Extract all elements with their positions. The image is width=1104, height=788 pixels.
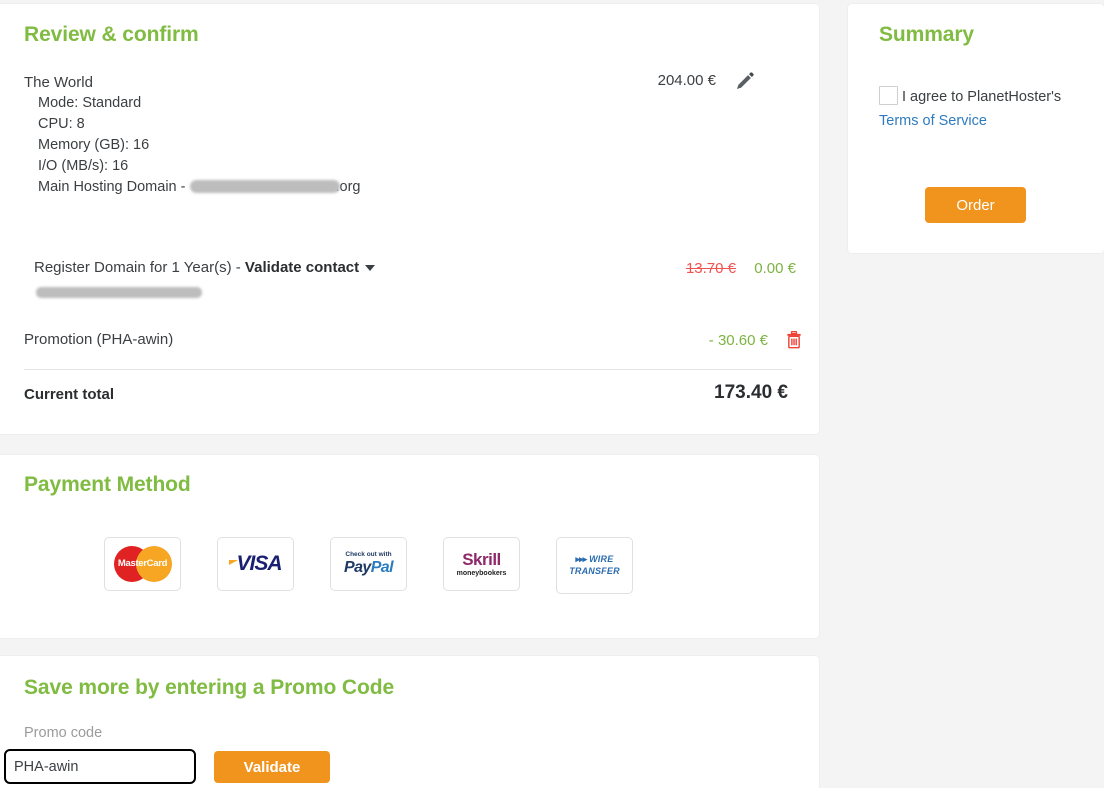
agree-text-line1: I agree to bbox=[902, 89, 964, 105]
spec-item: Mode: Standard bbox=[38, 95, 142, 111]
review-confirm-card: Review & confirm The World Mode: Standar… bbox=[0, 4, 819, 434]
order-button[interactable]: Order bbox=[925, 187, 1026, 223]
current-total-row: Current total 173.40 € bbox=[24, 382, 824, 404]
wire-arrows-icon: ▸▸▸ bbox=[575, 554, 588, 565]
product-summary: The World Mode: Standard CPU: 8 Memory (… bbox=[24, 72, 784, 198]
wire-transfer-icon: ▸▸▸ WIRE TRANSFER bbox=[569, 554, 620, 577]
current-total-label: Current total bbox=[24, 386, 114, 403]
paypal-icon: Check out with PayPal bbox=[344, 552, 393, 576]
spec-item: I/O (MB/s): 16 bbox=[38, 158, 129, 174]
payment-method-card: Payment Method MasterCard VISA Check out… bbox=[0, 455, 819, 638]
promo-code-input[interactable] bbox=[4, 749, 196, 784]
domain-registration-prefix: Register Domain for 1 Year(s) - bbox=[34, 259, 245, 276]
promo-code-field-label: Promo code bbox=[24, 725, 103, 741]
total-divider bbox=[24, 369, 792, 370]
paypal-label-pay: Pay bbox=[344, 558, 371, 576]
redacted-domain bbox=[189, 180, 340, 194]
current-total-amount: 173.40 € bbox=[714, 382, 788, 403]
visa-label: VISA bbox=[236, 552, 282, 575]
product-price: 204.00 € bbox=[657, 72, 716, 89]
domain-name-redacted bbox=[34, 284, 824, 302]
validate-promo-button[interactable]: Validate bbox=[214, 751, 330, 783]
payment-method-title: Payment Method bbox=[24, 473, 191, 496]
payment-option-paypal[interactable]: Check out with PayPal bbox=[330, 537, 407, 591]
trash-icon[interactable] bbox=[784, 330, 804, 350]
summary-card: Summary I agree to PlanetHoster's Terms … bbox=[848, 4, 1104, 253]
validate-contact-link[interactable]: Validate contact bbox=[245, 259, 359, 276]
promo-code-card: Save more by entering a Promo Code Promo… bbox=[0, 656, 819, 788]
payment-option-visa[interactable]: VISA bbox=[217, 537, 294, 591]
payment-method-list: MasterCard VISA Check out with PayPal Sk… bbox=[104, 537, 669, 594]
paypal-label-pal: Pal bbox=[370, 558, 394, 576]
agree-text-line2: PlanetHoster's bbox=[967, 89, 1062, 105]
pencil-icon[interactable] bbox=[734, 70, 756, 92]
redacted-domain-name bbox=[36, 287, 202, 299]
payment-option-skrill[interactable]: Skrill moneybookers bbox=[443, 537, 520, 591]
checkout-page: Review & confirm The World Mode: Standar… bbox=[0, 0, 1104, 788]
promotion-label: Promotion (PHA-awin) bbox=[24, 331, 174, 348]
review-title: Review & confirm bbox=[24, 23, 199, 46]
chevron-down-icon[interactable] bbox=[365, 265, 376, 272]
main-hosting-domain-prefix: Main Hosting Domain - bbox=[38, 179, 190, 195]
skrill-icon: Skrill moneybookers bbox=[457, 551, 507, 577]
payment-option-wire-transfer[interactable]: ▸▸▸ WIRE TRANSFER bbox=[556, 537, 633, 594]
spec-item: Memory (GB): 16 bbox=[38, 137, 150, 153]
domain-price-discounted: 0.00 € bbox=[754, 260, 796, 277]
promo-code-title: Save more by entering a Promo Code bbox=[24, 676, 395, 699]
wire-transfer-line1: WIRE bbox=[589, 554, 614, 565]
visa-icon: VISA bbox=[229, 552, 283, 576]
domain-price-original: 13.70 € bbox=[685, 260, 736, 277]
product-spec-list: Mode: Standard CPU: 8 Memory (GB): 16 I/… bbox=[24, 93, 784, 198]
spec-item: CPU: 8 bbox=[38, 116, 85, 132]
summary-title: Summary bbox=[879, 23, 975, 46]
promotion-row: Promotion (PHA-awin) - 30.60 € bbox=[24, 331, 824, 349]
domain-registration-row: Register Domain for 1 Year(s) - Validate… bbox=[34, 259, 824, 302]
skrill-label: Skrill bbox=[462, 550, 501, 569]
skrill-moneybookers-label: moneybookers bbox=[456, 570, 507, 577]
terms-agreement: I agree to PlanetHoster's Terms of Servi… bbox=[879, 85, 1075, 133]
terms-of-service-link[interactable]: Terms of Service bbox=[879, 113, 987, 129]
mastercard-icon: MasterCard bbox=[113, 546, 172, 582]
mastercard-label: MasterCard bbox=[117, 558, 168, 569]
agree-checkbox[interactable] bbox=[879, 86, 898, 105]
payment-option-mastercard[interactable]: MasterCard bbox=[104, 537, 181, 591]
wire-transfer-line2: TRANSFER bbox=[569, 565, 620, 576]
promotion-amount: - 30.60 € bbox=[708, 332, 768, 349]
main-hosting-domain: Main Hosting Domain - .org bbox=[38, 177, 784, 198]
